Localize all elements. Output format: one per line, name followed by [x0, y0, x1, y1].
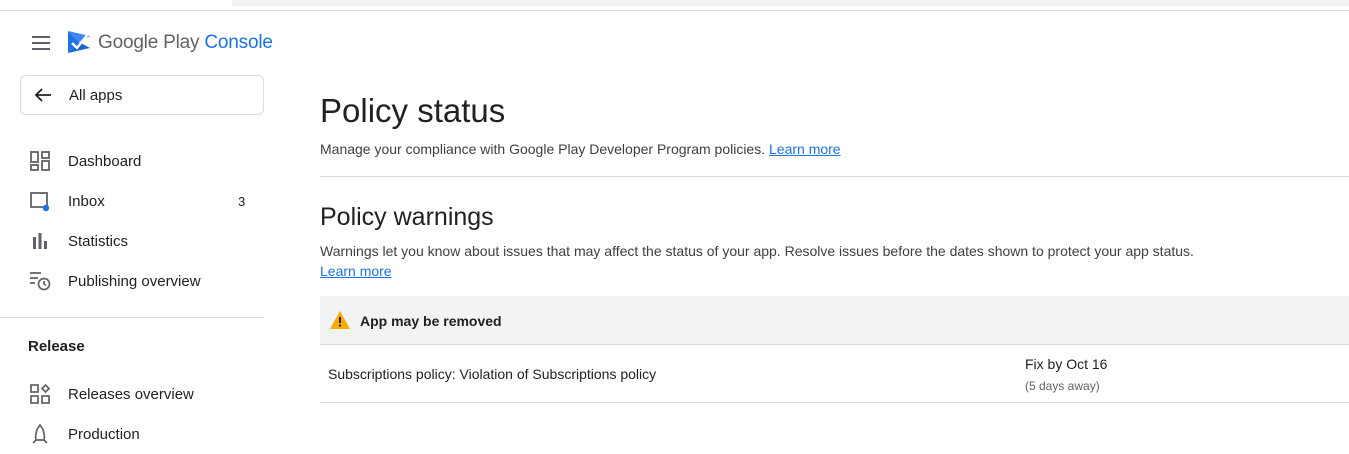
- brand-google: Google Play: [98, 32, 200, 53]
- sidebar-item-dashboard[interactable]: Dashboard: [0, 141, 264, 181]
- divider: [320, 176, 1349, 177]
- production-icon: [29, 423, 51, 445]
- brand-console: Console: [204, 32, 273, 53]
- sidebar-item-label: Releases overview: [68, 385, 194, 403]
- warning-group-header: App may be removed: [320, 296, 1349, 345]
- sidebar-item-releases-overview[interactable]: Releases overview: [0, 374, 264, 414]
- policy-warnings-description: Warnings let you know about issues that …: [320, 241, 1200, 281]
- browser-top-strip: [0, 0, 1349, 11]
- policy-warnings-title: Policy warnings: [320, 203, 494, 231]
- table-row[interactable]: Subscriptions policy: Violation of Subsc…: [320, 345, 1349, 403]
- sidebar-section-release: Release: [28, 338, 85, 355]
- sidebar-item-inbox[interactable]: Inbox 3: [0, 181, 264, 221]
- play-console-logo-icon: [66, 29, 92, 55]
- top-bar: [232, 0, 1349, 6]
- inbox-count: 3: [238, 193, 246, 209]
- sidebar-item-publishing-overview[interactable]: Publishing overview: [0, 261, 264, 301]
- fix-by-date: Fix by Oct 16: [1025, 356, 1108, 372]
- all-apps-label: All apps: [69, 86, 123, 104]
- sidebar-item-statistics[interactable]: Statistics: [0, 221, 264, 261]
- all-apps-button[interactable]: All apps: [20, 75, 264, 115]
- inbox-icon: [29, 190, 51, 212]
- page-title: Policy status: [320, 92, 506, 129]
- page-subtitle: Manage your compliance with Google Play …: [320, 141, 841, 157]
- arrow-back-icon: [31, 83, 55, 107]
- menu-icon[interactable]: [28, 30, 54, 56]
- sidebar-item-label: Dashboard: [68, 152, 142, 170]
- brand-title[interactable]: Google Play Console: [98, 32, 273, 54]
- sidebar-item-label: Statistics: [68, 232, 129, 250]
- warning-group-label: App may be removed: [360, 313, 502, 329]
- dashboard-icon: [29, 150, 51, 172]
- subtitle-text: Manage your compliance with Google Play …: [320, 141, 766, 157]
- publishing-overview-icon: [29, 270, 51, 292]
- sidebar-item-production[interactable]: Production: [0, 414, 264, 454]
- sidebar-item-label: Inbox: [68, 192, 105, 210]
- policy-name: Subscriptions policy: Violation of Subsc…: [328, 366, 657, 382]
- warnings-desc-text: Warnings let you know about issues that …: [320, 243, 1194, 259]
- sidebar-item-label: Publishing overview: [68, 272, 201, 290]
- sidebar-divider: [0, 317, 264, 318]
- sidebar-item-label: Production: [68, 425, 140, 443]
- warning-icon: [329, 310, 351, 330]
- days-away: (5 days away): [1025, 379, 1100, 393]
- releases-overview-icon: [29, 383, 51, 405]
- bar-chart-icon: [29, 230, 51, 252]
- warnings-learn-more-link[interactable]: Learn more: [320, 263, 392, 279]
- learn-more-link[interactable]: Learn more: [769, 141, 841, 157]
